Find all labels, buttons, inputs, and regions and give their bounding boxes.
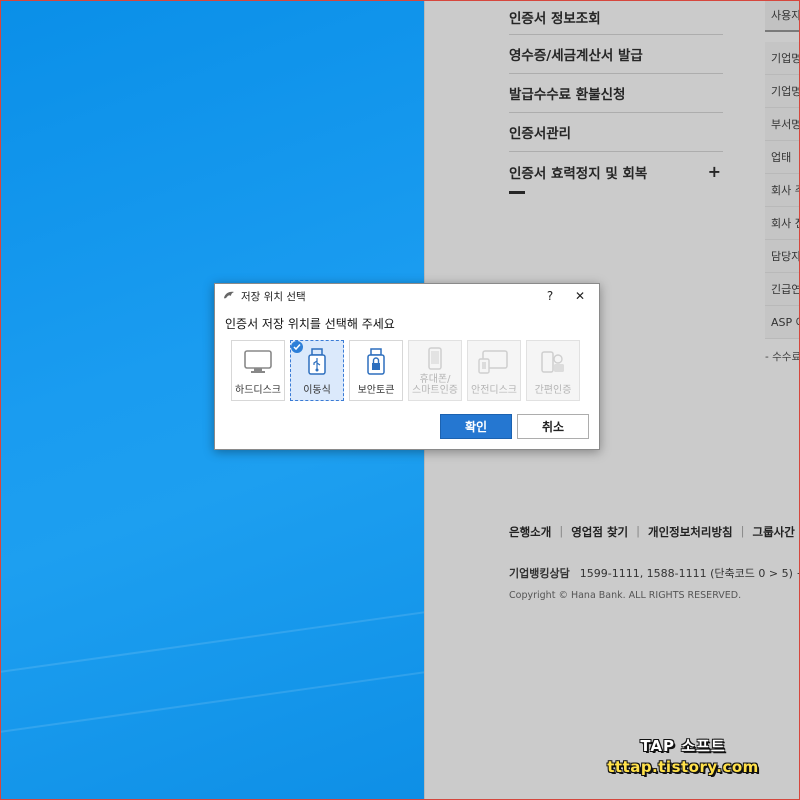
option-harddisk[interactable]: 하드디스크: [231, 340, 285, 401]
tel-label: 기업뱅킹상담: [509, 567, 570, 580]
active-indicator: [509, 191, 525, 194]
location-options: 하드디스크 이동식 보안토큰 휴대폰/ 스마트인증 안전디스크 간편인증: [231, 340, 599, 401]
safe-disk-icon: [478, 350, 508, 374]
dialog-prompt: 인증서 저장 위치를 선택해 주세요: [225, 317, 395, 331]
table-row: 업태: [765, 141, 800, 174]
option-label: 하드디스크: [235, 385, 281, 396]
cancel-button[interactable]: 취소: [517, 414, 589, 439]
menu-item-suspend[interactable]: 인증서 효력정지 및 회복 +: [509, 152, 723, 191]
table-row: 기업명: [765, 75, 800, 108]
menu-item-cert-info[interactable]: 인증서 정보조회: [509, 0, 723, 35]
table-row: ASP 여: [765, 306, 800, 339]
option-removable[interactable]: 이동식: [290, 340, 344, 401]
tel-numbers: 1599-1111, 1588-1111 (단축코드 0 > 5) +8: [579, 567, 800, 580]
table-row: 회사 전: [765, 207, 800, 240]
wallpaper-streak: [0, 666, 458, 736]
help-button[interactable]: ?: [535, 289, 565, 303]
watermark: TAP 소프트 tttap.tistory.com: [598, 735, 768, 776]
menu-item-receipt[interactable]: 영수증/세금계산서 발급: [509, 35, 723, 74]
table-row: 담당자: [765, 240, 800, 273]
option-security-token[interactable]: 보안토큰: [349, 340, 403, 401]
footer-link-group[interactable]: 그룹사간: [753, 524, 795, 540]
option-label: 휴대폰/ 스마트인증: [412, 374, 458, 396]
watermark-title: TAP 소프트: [640, 737, 726, 755]
dialog-buttons: 확인 취소: [440, 414, 589, 439]
save-location-dialog: 저장 위치 선택 ? ✕ 인증서 저장 위치를 선택해 주세요 하드디스크 이동…: [214, 283, 600, 450]
separator: |: [740, 524, 745, 538]
fee-note: - 수수료: [765, 351, 800, 363]
user-info-table: 사용자 기업명 기업명 부서명 업태 회사 주 회사 전 담당자 긴급연 ASP…: [765, 0, 800, 364]
table-header: 사용자: [765, 0, 800, 32]
separator: |: [636, 524, 640, 538]
dialog-title: 저장 위치 선택: [241, 290, 306, 303]
wallpaper-streak: [0, 606, 458, 676]
table-row: 긴급연: [765, 273, 800, 306]
table-row: 기업명: [765, 42, 800, 75]
option-label: 이동식: [303, 385, 331, 396]
cert-menu: 인증서 정보조회 영수증/세금계산서 발급 발급수수료 환불신청 인증서관리 인…: [509, 0, 723, 194]
expand-plus-icon[interactable]: +: [708, 162, 721, 181]
close-button[interactable]: ✕: [565, 289, 595, 303]
option-label: 안전디스크: [471, 385, 517, 396]
watermark-url: tttap.tistory.com: [607, 758, 759, 776]
menu-item-cert-manage[interactable]: 인증서관리: [509, 113, 723, 152]
footer-link-about[interactable]: 은행소개: [509, 524, 551, 540]
table-row: 회사 주: [765, 174, 800, 207]
option-label-line: 휴대폰/: [419, 374, 451, 385]
app-dolphin-icon: [224, 291, 234, 299]
footer-link-privacy[interactable]: 개인정보처리방침: [648, 524, 733, 540]
menu-item-refund[interactable]: 발급수수료 환불신청: [509, 74, 723, 113]
table-row: 부서명: [765, 108, 800, 141]
option-simple-auth[interactable]: 간편인증: [526, 340, 580, 401]
separator: |: [559, 524, 564, 538]
lock-token-icon: [367, 348, 385, 375]
copyright: Copyright © Hana Bank. ALL RIGHTS RESERV…: [509, 590, 742, 601]
option-safe-disk[interactable]: 안전디스크: [467, 340, 521, 401]
footer-link-branch[interactable]: 영업점 찾기: [571, 524, 628, 540]
ok-button[interactable]: 확인: [440, 414, 512, 439]
monitor-icon: [244, 350, 272, 373]
option-label: 보안토큰: [357, 385, 395, 396]
footer-links: 은행소개 | 영업점 찾기 | 개인정보처리방침 | 그룹사간: [509, 524, 795, 540]
option-label: 간편인증: [534, 385, 572, 396]
option-label-line: 스마트인증: [412, 385, 458, 396]
simple-auth-icon: [541, 351, 564, 373]
usb-icon: [308, 348, 326, 375]
footer-tel: 기업뱅킹상담 1599-1111, 1588-1111 (단축코드 0 > 5) …: [509, 565, 800, 581]
phone-icon: [428, 347, 442, 370]
dialog-titlebar[interactable]: 저장 위치 선택 ? ✕: [215, 284, 599, 308]
option-phone[interactable]: 휴대폰/ 스마트인증: [408, 340, 462, 401]
check-icon: [291, 341, 303, 353]
